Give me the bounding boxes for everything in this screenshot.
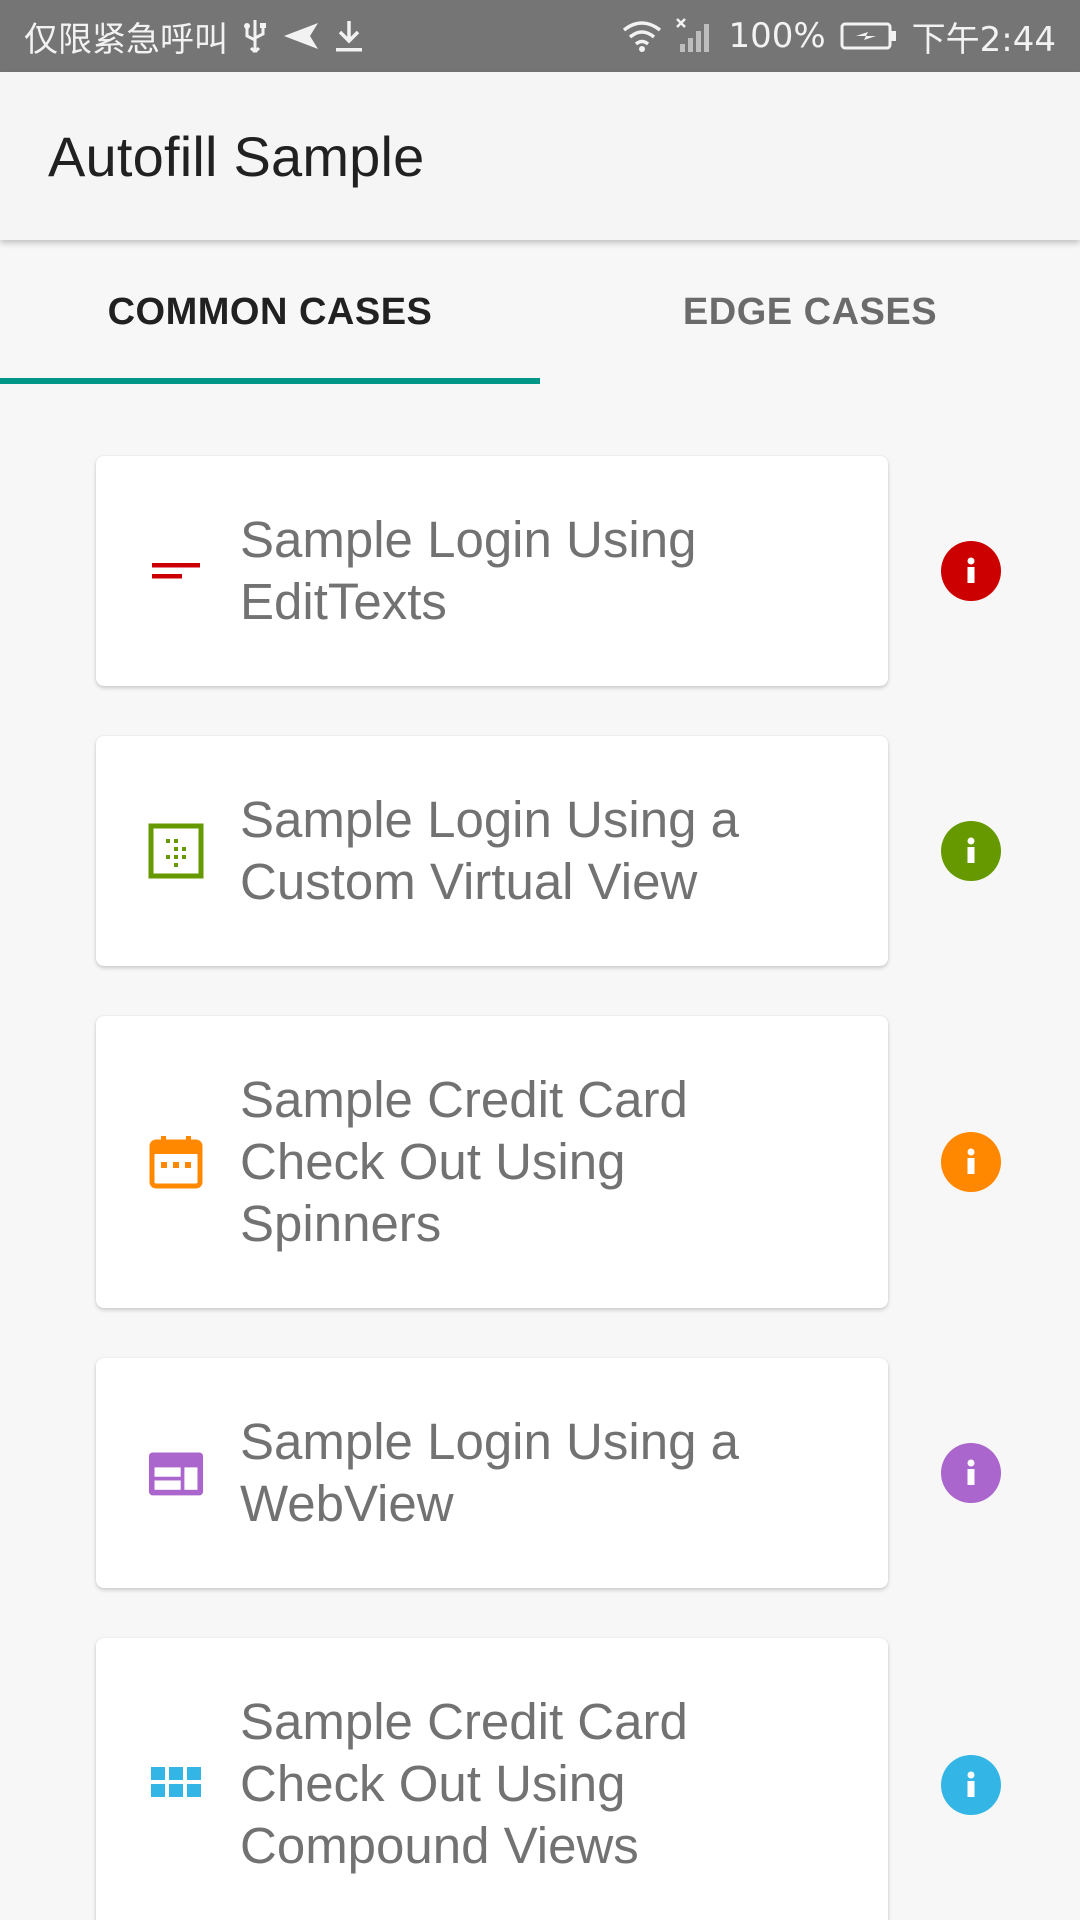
wifi-icon <box>622 20 662 52</box>
status-bar-right: 100% 下午2:44 <box>622 0 1056 72</box>
case-card-compound-views[interactable]: Sample Credit Card Check Out Using Compo… <box>96 1638 888 1920</box>
info-icon[interactable] <box>941 1755 1001 1815</box>
case-card-label: Sample Login Using EditTexts <box>240 511 697 630</box>
edit-text-icon <box>148 543 204 599</box>
carrier-text: 仅限紧急呼叫 <box>24 19 228 60</box>
status-bar: 仅限紧急呼叫 100% 下午2:44 <box>0 0 1080 72</box>
tab-edge-cases[interactable]: EDGE CASES <box>540 240 1080 384</box>
download-icon <box>334 19 364 53</box>
info-icon[interactable] <box>941 1132 1001 1192</box>
app-bar: Autofill Sample <box>0 72 1080 240</box>
battery-percent: 100% <box>728 16 826 56</box>
tab-common-cases[interactable]: COMMON CASES <box>0 240 540 384</box>
info-icon[interactable] <box>941 1443 1001 1503</box>
case-card-webview[interactable]: Sample Login Using a WebView <box>96 1358 888 1588</box>
usb-icon <box>242 18 268 54</box>
battery-icon <box>840 21 898 51</box>
webview-icon <box>148 1445 204 1501</box>
tab-indicator <box>0 378 540 384</box>
case-card-label: Sample Login Using a Custom Virtual View <box>240 791 739 910</box>
signal-icon <box>676 18 714 54</box>
status-bar-left: 仅限紧急呼叫 <box>24 0 364 72</box>
case-card-virtual-view[interactable]: Sample Login Using a Custom Virtual View <box>96 736 888 966</box>
case-card-spinners[interactable]: Sample Credit Card Check Out Using Spinn… <box>96 1016 888 1308</box>
case-card-edittexts[interactable]: Sample Login Using EditTexts <box>96 456 888 686</box>
grid-icon <box>148 1761 204 1817</box>
case-card-label: Sample Login Using a WebView <box>240 1413 739 1532</box>
case-card-label: Sample Credit Card Check Out Using Compo… <box>240 1693 688 1874</box>
case-card-label: Sample Credit Card Check Out Using Spinn… <box>240 1071 688 1252</box>
tab-bar: COMMON CASES EDGE CASES <box>0 240 1080 384</box>
virtual-view-icon <box>148 823 204 879</box>
case-list: Sample Login Using EditTexts Sample Logi… <box>0 384 1080 1920</box>
send-icon <box>282 21 320 51</box>
clock: 下午2:44 <box>911 19 1056 60</box>
app-title: Autofill Sample <box>48 125 425 188</box>
info-icon[interactable] <box>941 541 1001 601</box>
calendar-icon <box>148 1134 204 1190</box>
info-icon[interactable] <box>941 821 1001 881</box>
